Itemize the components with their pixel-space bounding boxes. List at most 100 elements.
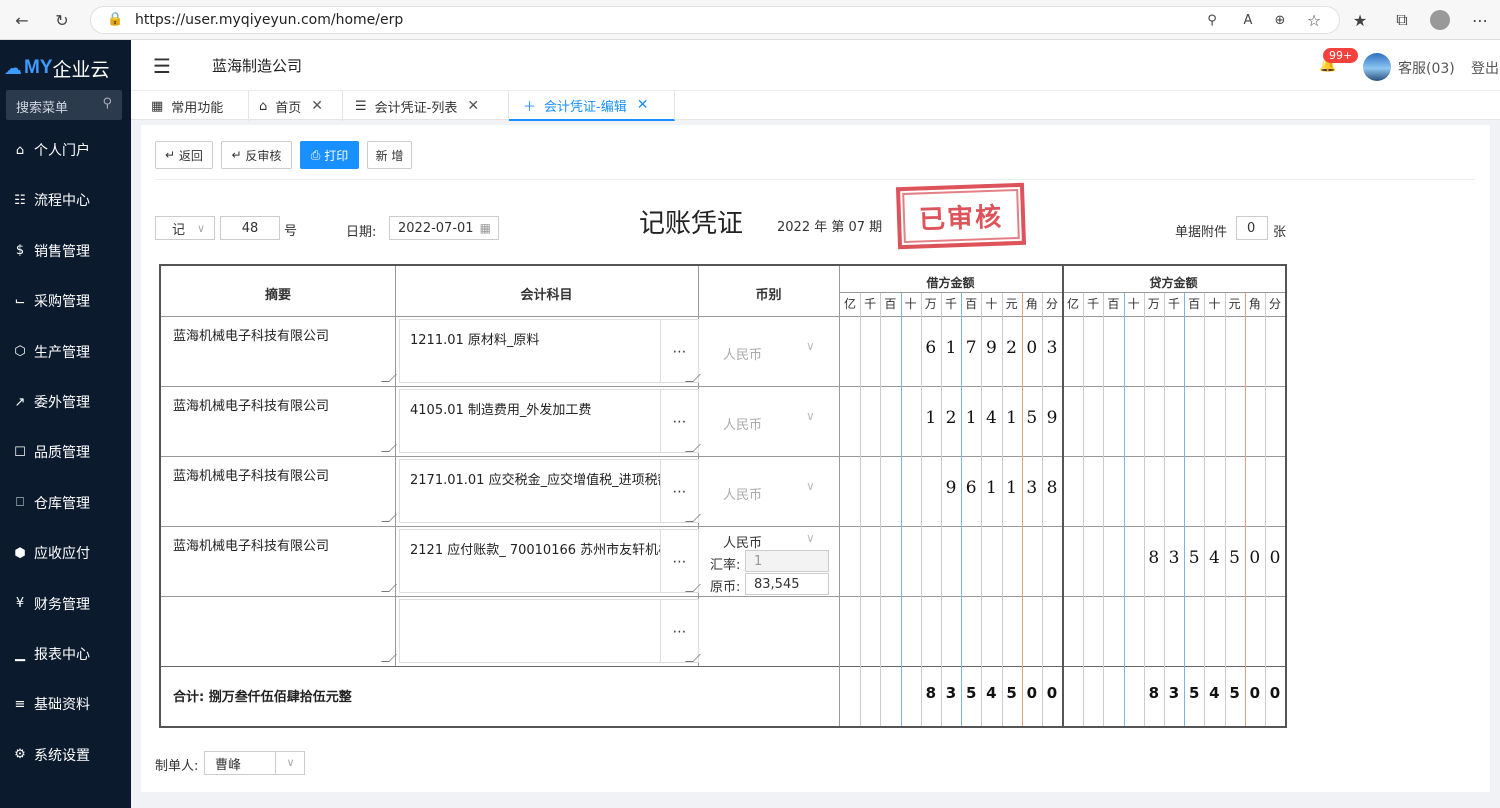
chevron-down-icon: ∨ bbox=[806, 409, 815, 423]
amount-digit: 9 bbox=[985, 338, 997, 358]
digit-label: 万 bbox=[924, 297, 937, 311]
digit-label: 千 bbox=[944, 297, 957, 311]
unaudit-button[interactable]: ↵ 反审核 bbox=[221, 141, 292, 169]
row-line bbox=[161, 526, 1285, 527]
voucher-type-value: 记 bbox=[172, 222, 186, 238]
account-value: 2171.01.01 应交税金_应交增值税_进项税额 bbox=[410, 473, 671, 488]
orig-amount-input[interactable]: 83,545 bbox=[745, 573, 829, 595]
favorites-icon[interactable]: ★ bbox=[1348, 8, 1372, 32]
voucher-number-input[interactable]: 48 bbox=[220, 216, 280, 240]
sidebar-item-12[interactable]: ⚙ 系统设置 bbox=[0, 730, 131, 780]
read-aloud-icon[interactable]: A bbox=[1236, 8, 1260, 32]
audited-stamp: 已审核 bbox=[895, 182, 1027, 250]
maker-label: 制单人: bbox=[155, 759, 199, 774]
amount-digit: 0 bbox=[1269, 548, 1281, 568]
sidebar-item-7[interactable]: ⎕ 仓库管理 bbox=[0, 478, 131, 528]
header-currency: 币别 bbox=[755, 288, 782, 303]
collections-icon[interactable]: ⧉ bbox=[1390, 8, 1414, 32]
orig-label: 原币: bbox=[710, 580, 741, 595]
back-label: 返回 bbox=[178, 148, 203, 163]
sidebar-item-0[interactable]: ⌂ 个人门户 bbox=[0, 125, 131, 175]
digit-label: 百 bbox=[1188, 297, 1201, 311]
back-arrow-icon[interactable]: ← bbox=[10, 8, 34, 32]
refresh-icon[interactable]: ↻ bbox=[50, 8, 74, 32]
favorite-add-icon[interactable]: ☆ bbox=[1302, 8, 1326, 32]
summary-cell[interactable]: 蓝海机械电子科技有限公司 bbox=[173, 535, 329, 554]
menu-toggle-icon[interactable]: ☰ bbox=[153, 54, 171, 78]
key-icon[interactable]: ⚲ bbox=[1200, 8, 1224, 32]
maker-select[interactable]: 曹峰 ∨ bbox=[204, 751, 305, 775]
summary-cell[interactable]: 蓝海机械电子科技有限公司 bbox=[173, 465, 329, 484]
header-bottom-line bbox=[161, 316, 1285, 317]
digit-label: 百 bbox=[884, 297, 897, 311]
sidebar-item-8[interactable]: ⬢ 应收应付 bbox=[0, 528, 131, 578]
avatar[interactable] bbox=[1363, 53, 1391, 81]
digit-label: 万 bbox=[1147, 297, 1160, 311]
calendar-icon: ▦ bbox=[479, 221, 491, 235]
sidebar-item-10[interactable]: ▁ 报表中心 bbox=[0, 629, 131, 679]
close-icon[interactable]: ✕ bbox=[637, 97, 649, 113]
sidebar-item-5[interactable]: ↗ 委外管理 bbox=[0, 377, 131, 427]
currency-select[interactable]: 人民币 bbox=[723, 344, 762, 363]
close-icon[interactable]: ✕ bbox=[467, 98, 479, 114]
currency-select[interactable]: 人民币 bbox=[723, 414, 762, 433]
url-text: https://user.myqiyeyun.com/home/erp bbox=[135, 12, 404, 28]
print-button[interactable]: ⎙ 打印 bbox=[300, 141, 359, 169]
currency-select[interactable]: 人民币 bbox=[723, 484, 762, 503]
account-field[interactable]: 1211.01 原材料_原料 ⋯ bbox=[399, 319, 699, 383]
digit-line bbox=[1204, 293, 1206, 726]
sidebar-item-4[interactable]: ⬡ 生产管理 bbox=[0, 327, 131, 377]
header-debit: 借方金额 bbox=[926, 276, 975, 290]
account-field[interactable]: 2171.01.01 应交税金_应交增值税_进项税额 ⋯ bbox=[399, 459, 699, 523]
back-button[interactable]: ↵ 返回 bbox=[155, 141, 213, 169]
dollar-icon: $ bbox=[15, 243, 25, 259]
currency-select[interactable]: 人民币 bbox=[723, 532, 762, 551]
gear-icon: ⚙ bbox=[14, 747, 26, 763]
rate-label: 汇率: bbox=[710, 558, 741, 573]
close-icon[interactable]: ✕ bbox=[311, 98, 323, 114]
address-bar[interactable]: 🔒 https://user.myqiyeyun.com/home/erp bbox=[90, 6, 1340, 34]
service-link[interactable]: 客服(03) bbox=[1398, 58, 1455, 78]
tab-voucher-edit[interactable]: ＋ 会计凭证-编辑 ✕ bbox=[509, 91, 675, 121]
column-line bbox=[1062, 266, 1064, 726]
amount-digit: 1 bbox=[925, 408, 937, 428]
tab-voucher-list[interactable]: ☰ 会计凭证-列表 ✕ bbox=[343, 91, 509, 121]
sidebar-item-1[interactable]: ☷ 流程中心 bbox=[0, 175, 131, 225]
profile-icon[interactable] bbox=[1430, 10, 1450, 30]
cart-icon: ⌙ bbox=[14, 293, 26, 309]
digit-line bbox=[860, 293, 862, 726]
account-field[interactable]: ⋯ bbox=[399, 599, 699, 663]
chevron-down-icon: ∨ bbox=[275, 752, 305, 774]
amount-digit: 1 bbox=[945, 338, 957, 358]
digit-line bbox=[900, 293, 902, 726]
voucher-type-select[interactable]: 记 ∨ bbox=[155, 216, 215, 240]
layers-icon: ≡ bbox=[14, 696, 26, 712]
sidebar-item-9[interactable]: ¥ 财务管理 bbox=[0, 579, 131, 629]
account-field[interactable]: 2121 应付账款_ 70010166 苏州市友轩机械 ⋯ bbox=[399, 529, 699, 593]
new-button[interactable]: 新 增 bbox=[367, 141, 412, 169]
date-picker[interactable]: 2022-07-01 ▦ bbox=[389, 216, 499, 240]
amount-digit: 1 bbox=[1006, 478, 1017, 498]
sidebar-item-2[interactable]: $ 销售管理 bbox=[0, 226, 131, 276]
account-field[interactable]: 4105.01 制造费用_外发加工费 ⋯ bbox=[399, 389, 699, 453]
rate-input[interactable]: 1 bbox=[745, 550, 829, 572]
tab-common[interactable]: ▦ 常用功能 bbox=[131, 91, 249, 121]
amount-digit: 3 bbox=[1168, 548, 1180, 568]
summary-cell[interactable]: 蓝海机械电子科技有限公司 bbox=[173, 325, 329, 344]
sidebar-item-6[interactable]: ☐ 品质管理 bbox=[0, 427, 131, 477]
total-amount-digit: 0 bbox=[1249, 684, 1261, 702]
menu-search-input[interactable]: 搜索菜单 ⚲ bbox=[6, 90, 122, 120]
logout-link[interactable]: 登出 bbox=[1471, 58, 1499, 78]
sidebar-item-11[interactable]: ≡ 基础资料 bbox=[0, 679, 131, 729]
tab-home[interactable]: ⌂ 首页 ✕ bbox=[249, 91, 343, 121]
header: ☰ 蓝海制造公司 🔔 99+ 客服(03) 登出 bbox=[131, 40, 1500, 90]
summary-cell[interactable]: 蓝海机械电子科技有限公司 bbox=[173, 395, 329, 414]
search-icon[interactable]: ⚲ bbox=[102, 96, 112, 111]
sidebar: ☁ MY 企业云 搜索菜单 ⚲ ⌂ 个人门户 ☷ 流程中心 $ 销售管理 ⌙ 采购管理 ⬡ 生产管… bbox=[0, 40, 131, 808]
sidebar-item-3[interactable]: ⌙ 采购管理 bbox=[0, 276, 131, 326]
total-amount-digit: 5 bbox=[1229, 684, 1240, 702]
attachment-count-input[interactable]: 0 bbox=[1236, 216, 1268, 240]
logo-my: MY bbox=[24, 57, 53, 78]
more-icon[interactable]: ⋯ bbox=[1468, 8, 1492, 32]
zoom-icon[interactable]: ⊕ bbox=[1268, 8, 1292, 32]
